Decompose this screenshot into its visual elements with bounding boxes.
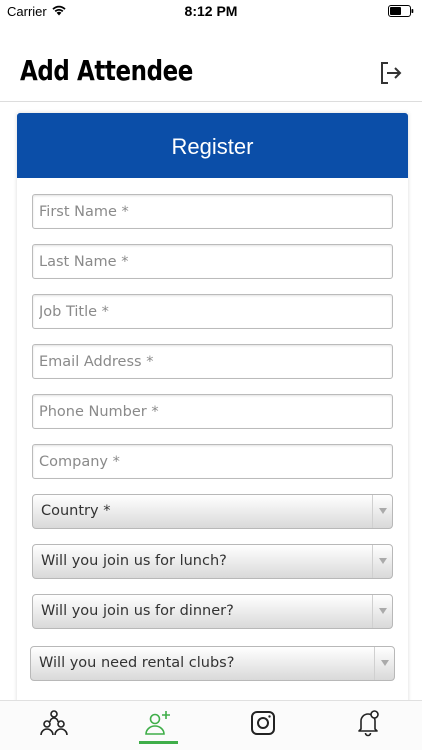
rental-clubs-select[interactable]: Will you need rental clubs? <box>30 646 395 681</box>
notification-bell-icon <box>358 710 379 737</box>
job-title-field[interactable] <box>32 294 393 329</box>
phone-number-field[interactable] <box>32 394 393 429</box>
register-header: Register <box>17 113 408 178</box>
rental-clubs-select-arrow-box <box>374 647 394 680</box>
company-field[interactable] <box>32 444 393 479</box>
email-address-field[interactable] <box>32 344 393 379</box>
status-time: 8:12 PM <box>184 3 238 19</box>
tab-notifications[interactable] <box>328 701 408 750</box>
lunch-select-arrow-box <box>372 545 392 578</box>
country-select-label: Country * <box>41 503 111 519</box>
instagram-icon <box>251 711 275 735</box>
tab-attendees[interactable] <box>14 701 94 750</box>
first-name-field[interactable] <box>32 194 393 229</box>
tab-instagram[interactable] <box>223 701 303 750</box>
page-title: Add Attendee <box>20 54 193 87</box>
active-tab-indicator <box>139 741 178 744</box>
battery-icon <box>388 5 414 17</box>
tab-bar <box>0 700 422 750</box>
rental-clubs-select-label: Will you need rental clubs? <box>39 655 235 671</box>
chevron-down-icon <box>379 558 387 564</box>
chevron-down-icon <box>379 508 387 514</box>
lunch-select[interactable]: Will you join us for lunch? <box>32 544 393 579</box>
chevron-down-icon <box>379 608 387 614</box>
add-attendee-icon <box>145 711 170 735</box>
navigation-header: Add Attendee <box>0 40 422 102</box>
country-select-arrow-box <box>372 495 392 528</box>
dinner-select-label: Will you join us for dinner? <box>41 603 234 619</box>
logout-icon[interactable] <box>378 60 404 86</box>
dinner-select[interactable]: Will you join us for dinner? <box>32 594 393 629</box>
last-name-field[interactable] <box>32 244 393 279</box>
status-bar: Carrier 8:12 PM <box>0 0 422 22</box>
lunch-select-label: Will you join us for lunch? <box>41 553 227 569</box>
dinner-select-arrow-box <box>372 595 392 628</box>
register-title: Register <box>171 134 254 159</box>
country-select[interactable]: Country * <box>32 494 393 529</box>
attendees-icon <box>40 710 68 736</box>
chevron-down-icon <box>381 660 389 666</box>
